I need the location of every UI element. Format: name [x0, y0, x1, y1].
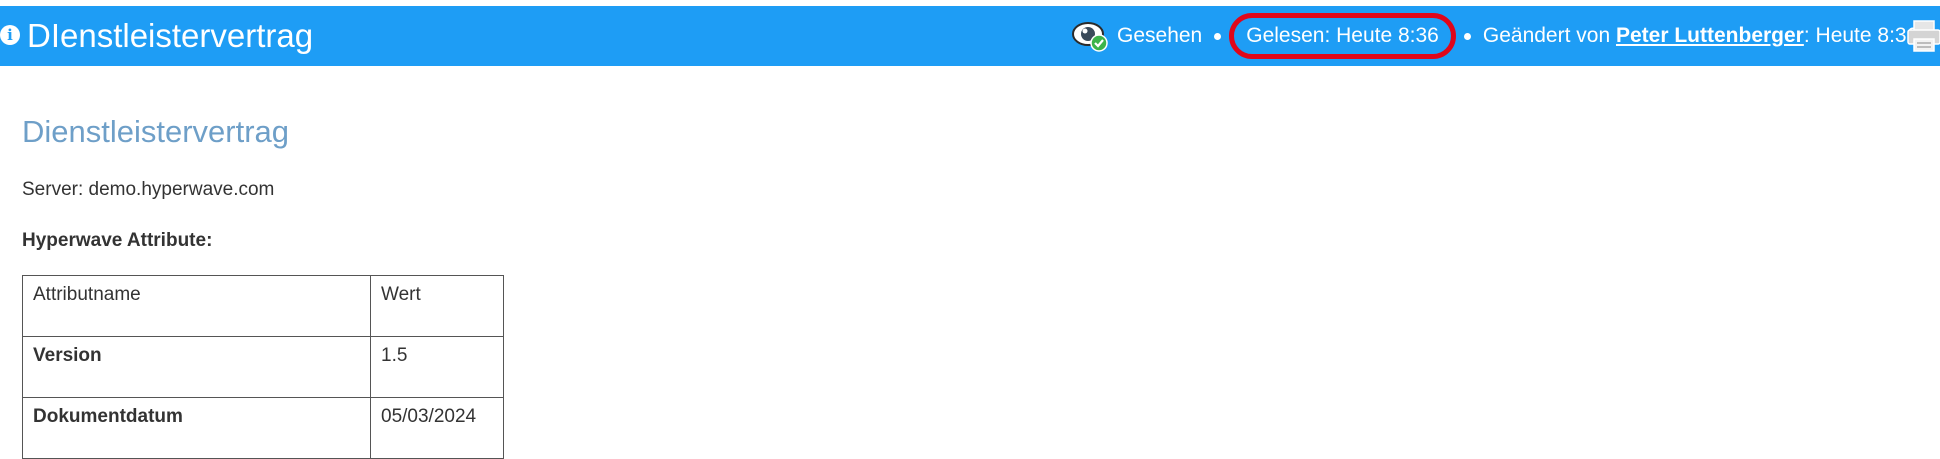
- attributes-table: Attributname Wert Version 1.5 Dokumentda…: [22, 275, 504, 459]
- document-meta: Gesehen Gelesen: Heute 8:36 Geändert von…: [1071, 6, 1940, 66]
- table-row: Version 1.5: [22, 336, 504, 398]
- eye-check-icon: [1072, 22, 1108, 52]
- separator-dot: [1463, 32, 1471, 40]
- info-icon[interactable]: i: [0, 25, 20, 45]
- separator-dot: [1214, 32, 1222, 40]
- read-label: Gelesen: Heute 8:36: [1246, 24, 1439, 47]
- table-header-cell: Wert: [370, 275, 504, 337]
- table-cell: Dokumentdatum: [22, 397, 371, 459]
- read-status: Gelesen: Heute 8:36: [1229, 13, 1456, 59]
- page-title: DIenstleistervertrag: [27, 17, 314, 54]
- top-bar: i DIenstleistervertrag Gesehen Gelesen: …: [0, 6, 1940, 66]
- changed-prefix: Geändert von: [1482, 24, 1611, 47]
- table-row: Dokumentdatum 05/03/2024: [22, 397, 504, 459]
- table-header-cell: Attributname: [22, 275, 371, 337]
- server-line: Server: demo.hyperwave.com: [22, 179, 275, 200]
- seen-label: Gesehen: [1117, 24, 1203, 47]
- table-cell: 05/03/2024: [370, 397, 504, 459]
- changed-by-user-link[interactable]: Peter Luttenberger: [1616, 24, 1804, 48]
- printer-icon[interactable]: [1906, 18, 1940, 54]
- table-header-row: Attributname Wert: [22, 275, 504, 337]
- changed-time: : Heute 8:36: [1803, 24, 1919, 47]
- document-title: Dienstleistervertrag: [22, 114, 290, 149]
- table-cell: 1.5: [370, 336, 504, 398]
- document-content: Dienstleistervertrag Server: demo.hyperw…: [22, 110, 1922, 459]
- attributes-heading: Hyperwave Attribute:: [22, 230, 213, 251]
- table-cell: Version: [22, 336, 371, 398]
